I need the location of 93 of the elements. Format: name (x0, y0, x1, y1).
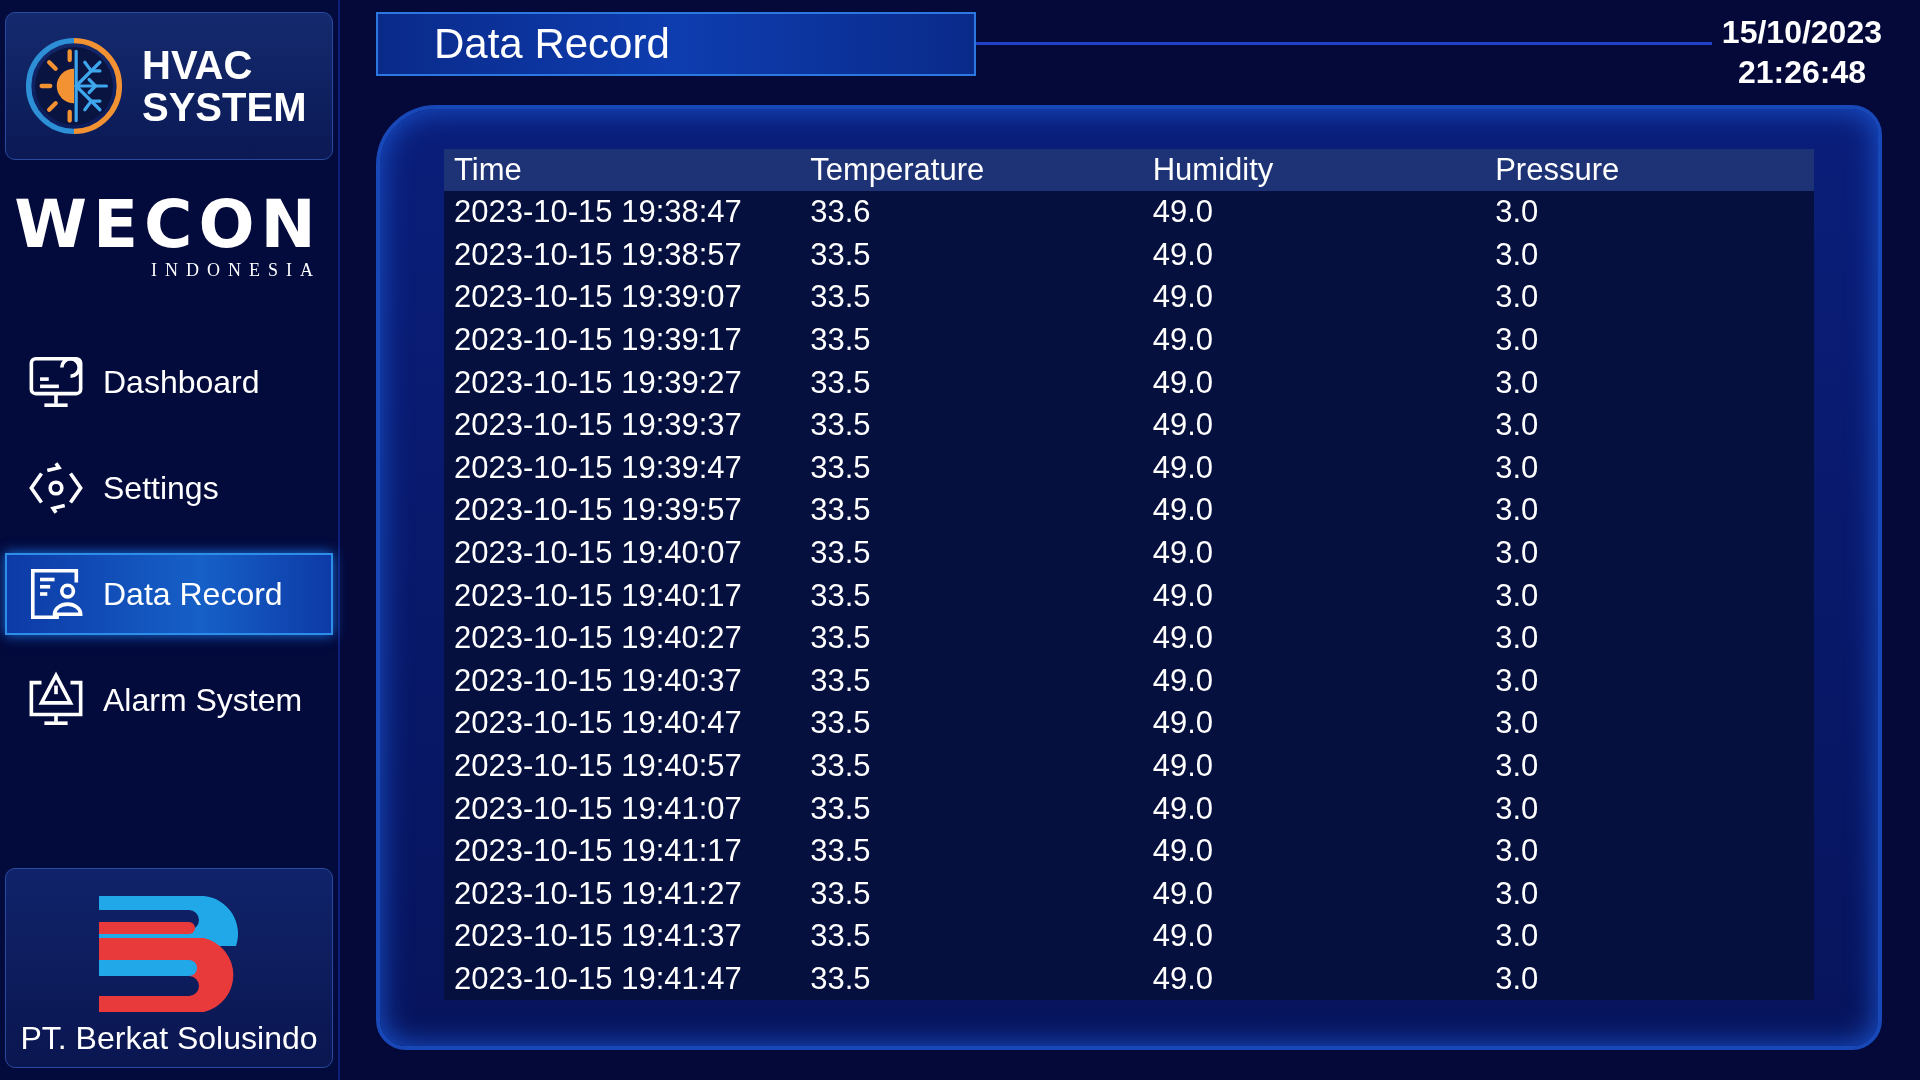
table-cell: 3.0 (1485, 829, 1814, 873)
table-cell: 3.0 (1485, 276, 1814, 319)
page-title: Data Record (376, 12, 976, 76)
table-cell: 2023-10-15 19:39:17 (444, 318, 801, 362)
table-cell: 3.0 (1485, 446, 1814, 490)
table-cell: 49.0 (1142, 829, 1486, 873)
table-cell: 2023-10-15 19:39:57 (444, 489, 801, 532)
table-cell: 33.5 (800, 659, 1143, 703)
table-cell: 2023-10-15 19:39:47 (444, 446, 801, 490)
table-cell: 49.0 (1142, 531, 1486, 575)
table-cell: 33.5 (800, 489, 1143, 532)
table-cell: 49.0 (1142, 489, 1486, 532)
table-cell: 3.0 (1485, 744, 1814, 788)
table-cell: 33.5 (800, 446, 1143, 490)
table-cell: 33.5 (800, 957, 1143, 1001)
table-cell: 33.6 (800, 191, 1143, 234)
table-cell: 3.0 (1485, 702, 1814, 745)
table-cell: 49.0 (1142, 233, 1486, 277)
table-cell: 33.5 (800, 276, 1143, 319)
table-cell: 2023-10-15 19:40:17 (444, 574, 801, 617)
table-cell: 3.0 (1485, 574, 1814, 617)
partner-logo-subtitle: INDONESIA (151, 260, 321, 281)
table-cell: 3.0 (1485, 403, 1814, 447)
table-cell: 2023-10-15 19:41:47 (444, 957, 801, 1001)
table-cell: 49.0 (1142, 318, 1486, 362)
table-cell: 49.0 (1142, 915, 1486, 958)
table-cell: 33.5 (800, 915, 1143, 958)
table-cell: 33.5 (800, 744, 1143, 788)
nav-item[interactable]: Settings (5, 447, 333, 529)
table-cell: 3.0 (1485, 787, 1814, 830)
table-cell: 33.5 (800, 531, 1143, 575)
date-label: 15/10/2023 (1721, 13, 1882, 52)
table-cell: 3.0 (1485, 616, 1814, 660)
table-cell: 33.5 (800, 574, 1143, 617)
table-cell: 2023-10-15 19:41:07 (444, 787, 801, 830)
table-cell: 3.0 (1485, 531, 1814, 575)
table-cell: 2023-10-15 19:41:27 (444, 872, 801, 916)
table-cell: 33.5 (800, 787, 1143, 830)
table-cell: 3.0 (1485, 915, 1814, 958)
table-cell: 49.0 (1142, 574, 1486, 617)
brand-title: SYSTEM (142, 86, 307, 128)
column-header: Time (444, 149, 801, 191)
table-cell: 2023-10-15 19:40:37 (444, 659, 801, 703)
table-cell: 2023-10-15 19:40:47 (444, 702, 801, 745)
table-cell: 2023-10-15 19:41:17 (444, 829, 801, 873)
table-cell: 49.0 (1142, 659, 1486, 703)
table-cell: 49.0 (1142, 403, 1486, 447)
table-cell: 2023-10-15 19:38:47 (444, 191, 801, 234)
nav-item[interactable]: Alarm System (5, 659, 333, 741)
table-cell: 33.5 (800, 403, 1143, 447)
table-cell: 2023-10-15 19:40:07 (444, 531, 801, 575)
table-cell: 49.0 (1142, 446, 1486, 490)
table-cell: 3.0 (1485, 957, 1814, 1001)
table-cell: 2023-10-15 19:38:57 (444, 233, 801, 277)
table-cell: 3.0 (1485, 318, 1814, 362)
nav-item[interactable]: Dashboard (5, 341, 333, 423)
table-cell: 49.0 (1142, 744, 1486, 788)
table-cell: 2023-10-15 19:39:27 (444, 361, 801, 404)
table-cell: 33.5 (800, 702, 1143, 745)
table-cell: 49.0 (1142, 361, 1486, 404)
table-cell: 3.0 (1485, 489, 1814, 532)
table-cell: 2023-10-15 19:39:07 (444, 276, 801, 319)
table-cell: 3.0 (1485, 872, 1814, 916)
table-cell: 49.0 (1142, 191, 1486, 234)
table-cell: 49.0 (1142, 702, 1486, 745)
table-cell: 49.0 (1142, 872, 1486, 916)
table-cell: 49.0 (1142, 616, 1486, 660)
column-header: Temperature (800, 149, 1143, 191)
table-cell: 33.5 (800, 318, 1143, 362)
brand-title: HVAC (142, 44, 254, 86)
table-cell: 33.5 (800, 872, 1143, 916)
table-cell: 49.0 (1142, 957, 1486, 1001)
table-cell: 33.5 (800, 616, 1143, 660)
table-cell: 3.0 (1485, 659, 1814, 703)
table-cell: 33.5 (800, 361, 1143, 404)
table-cell: 2023-10-15 19:41:37 (444, 915, 801, 958)
table-cell: 2023-10-15 19:40:27 (444, 616, 801, 660)
table-cell: 49.0 (1142, 276, 1486, 319)
time-label: 21:26:48 (1737, 53, 1866, 92)
table-cell: 3.0 (1485, 361, 1814, 404)
settings-icon (27, 459, 85, 517)
column-header: Pressure (1485, 149, 1814, 191)
table-cell: 2023-10-15 19:40:57 (444, 744, 801, 788)
company-name: PT. Berkat Solusindo (20, 1020, 318, 1057)
column-header: Humidity (1142, 149, 1486, 191)
table-cell: 33.5 (800, 233, 1143, 277)
nav-item[interactable]: Data Record (5, 553, 333, 635)
table-cell: 3.0 (1485, 191, 1814, 234)
table-cell: 49.0 (1142, 787, 1486, 830)
table-cell: 33.5 (800, 829, 1143, 873)
partner-logo-wordmark: WECON (14, 192, 322, 258)
table-cell: 2023-10-15 19:39:37 (444, 403, 801, 447)
table-cell: 3.0 (1485, 233, 1814, 277)
